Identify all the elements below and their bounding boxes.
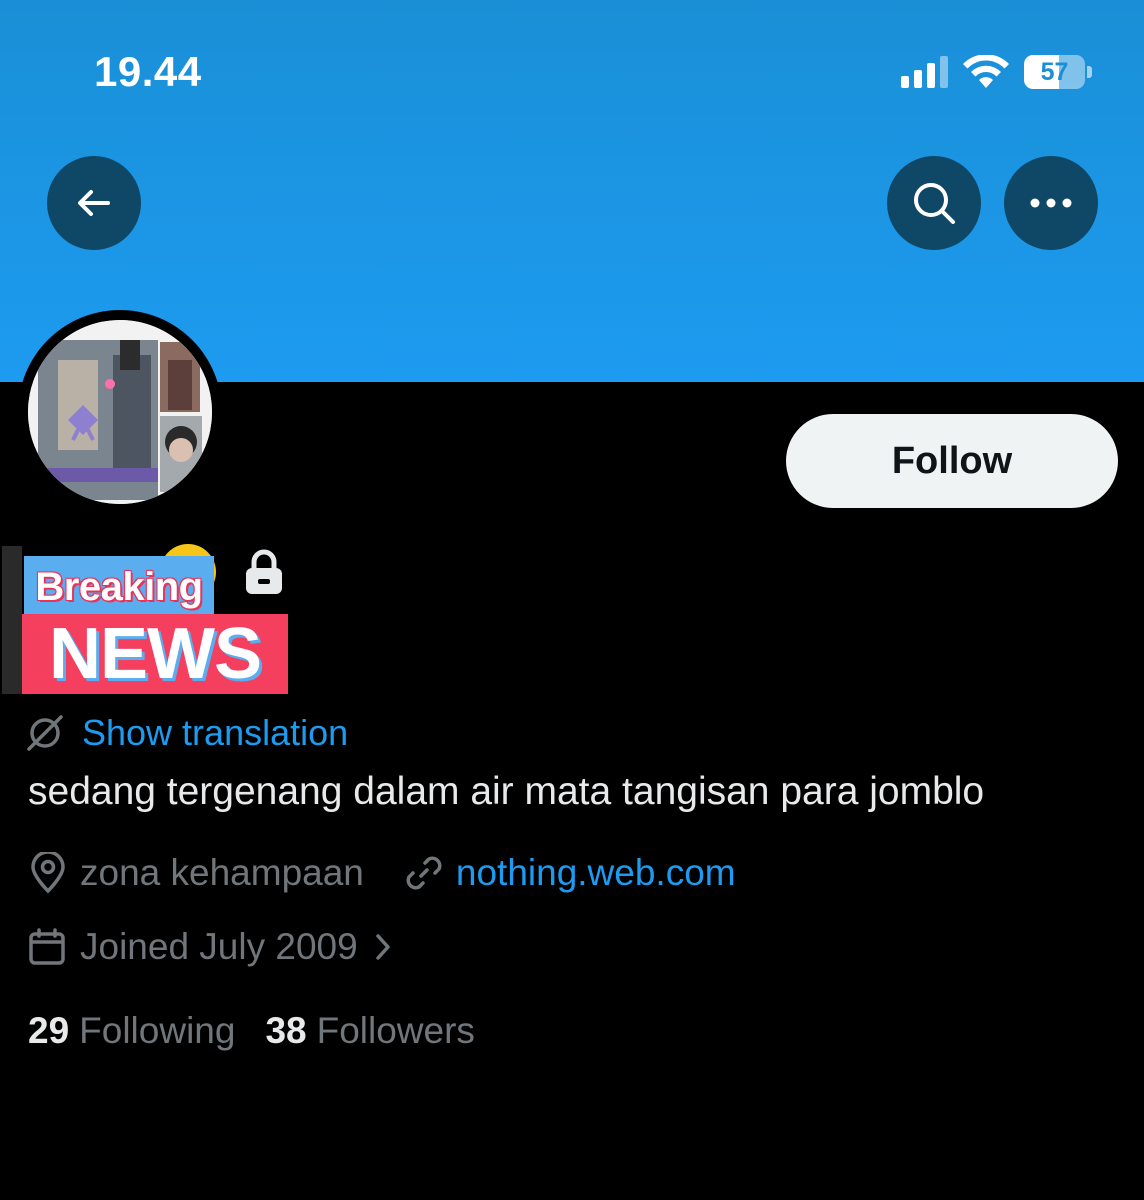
battery-icon: 57 <box>1024 54 1092 90</box>
wifi-icon <box>963 55 1009 88</box>
translate-icon <box>27 715 63 751</box>
sticker-edge <box>2 546 22 694</box>
status-icons: 57 <box>901 52 1092 92</box>
follow-button[interactable]: Follow <box>786 414 1118 508</box>
profile-avatar[interactable] <box>18 310 222 514</box>
following-count: 29 <box>28 1010 70 1051</box>
following-label: Following <box>79 1010 236 1051</box>
more-options-button[interactable] <box>1004 156 1098 250</box>
cellular-signal-icon <box>901 56 948 88</box>
sticker-breaking-text: Breaking <box>35 564 203 609</box>
more-horizontal-icon <box>1030 198 1072 208</box>
arrow-left-icon <box>78 190 110 216</box>
profile-location: zona kehampaan <box>80 852 364 893</box>
joined-date-label: Joined July 2009 <box>80 926 358 967</box>
profile-bio: sedang tergenang dalam air mata tangisan… <box>28 770 985 813</box>
calendar-icon <box>29 928 65 965</box>
profile-website-link[interactable]: nothing.web.com <box>404 852 736 894</box>
following-stat[interactable]: 29 Following <box>28 1010 235 1052</box>
show-translation-link[interactable]: Show translation <box>26 712 348 754</box>
followers-count: 38 <box>265 1010 307 1051</box>
sticker-breaking: Breaking <box>24 556 214 614</box>
profile-website[interactable]: nothing.web.com <box>456 852 736 894</box>
battery-percentage: 57 <box>1040 57 1069 86</box>
followers-label: Followers <box>316 1010 475 1051</box>
profile-meta: zona kehampaan nothing.web.com <box>28 852 736 894</box>
link-icon <box>406 856 442 890</box>
search-button[interactable] <box>887 156 981 250</box>
chevron-right-icon <box>375 934 390 960</box>
sticker-news: NEWS <box>22 614 288 694</box>
status-time: 19.44 <box>94 48 202 95</box>
search-icon <box>914 183 955 224</box>
back-button[interactable] <box>47 156 141 250</box>
show-translation-label[interactable]: Show translation <box>82 712 348 754</box>
lock-icon <box>246 549 282 594</box>
followers-stat[interactable]: 38 Followers <box>265 1010 474 1052</box>
location-pin-icon <box>31 852 65 894</box>
avatar-image <box>28 320 212 504</box>
profile-stats: 29 Following 38 Followers <box>28 1010 475 1052</box>
joined-date[interactable]: Joined July 2009 <box>28 926 392 968</box>
sticker-news-text: NEWS <box>49 614 262 694</box>
